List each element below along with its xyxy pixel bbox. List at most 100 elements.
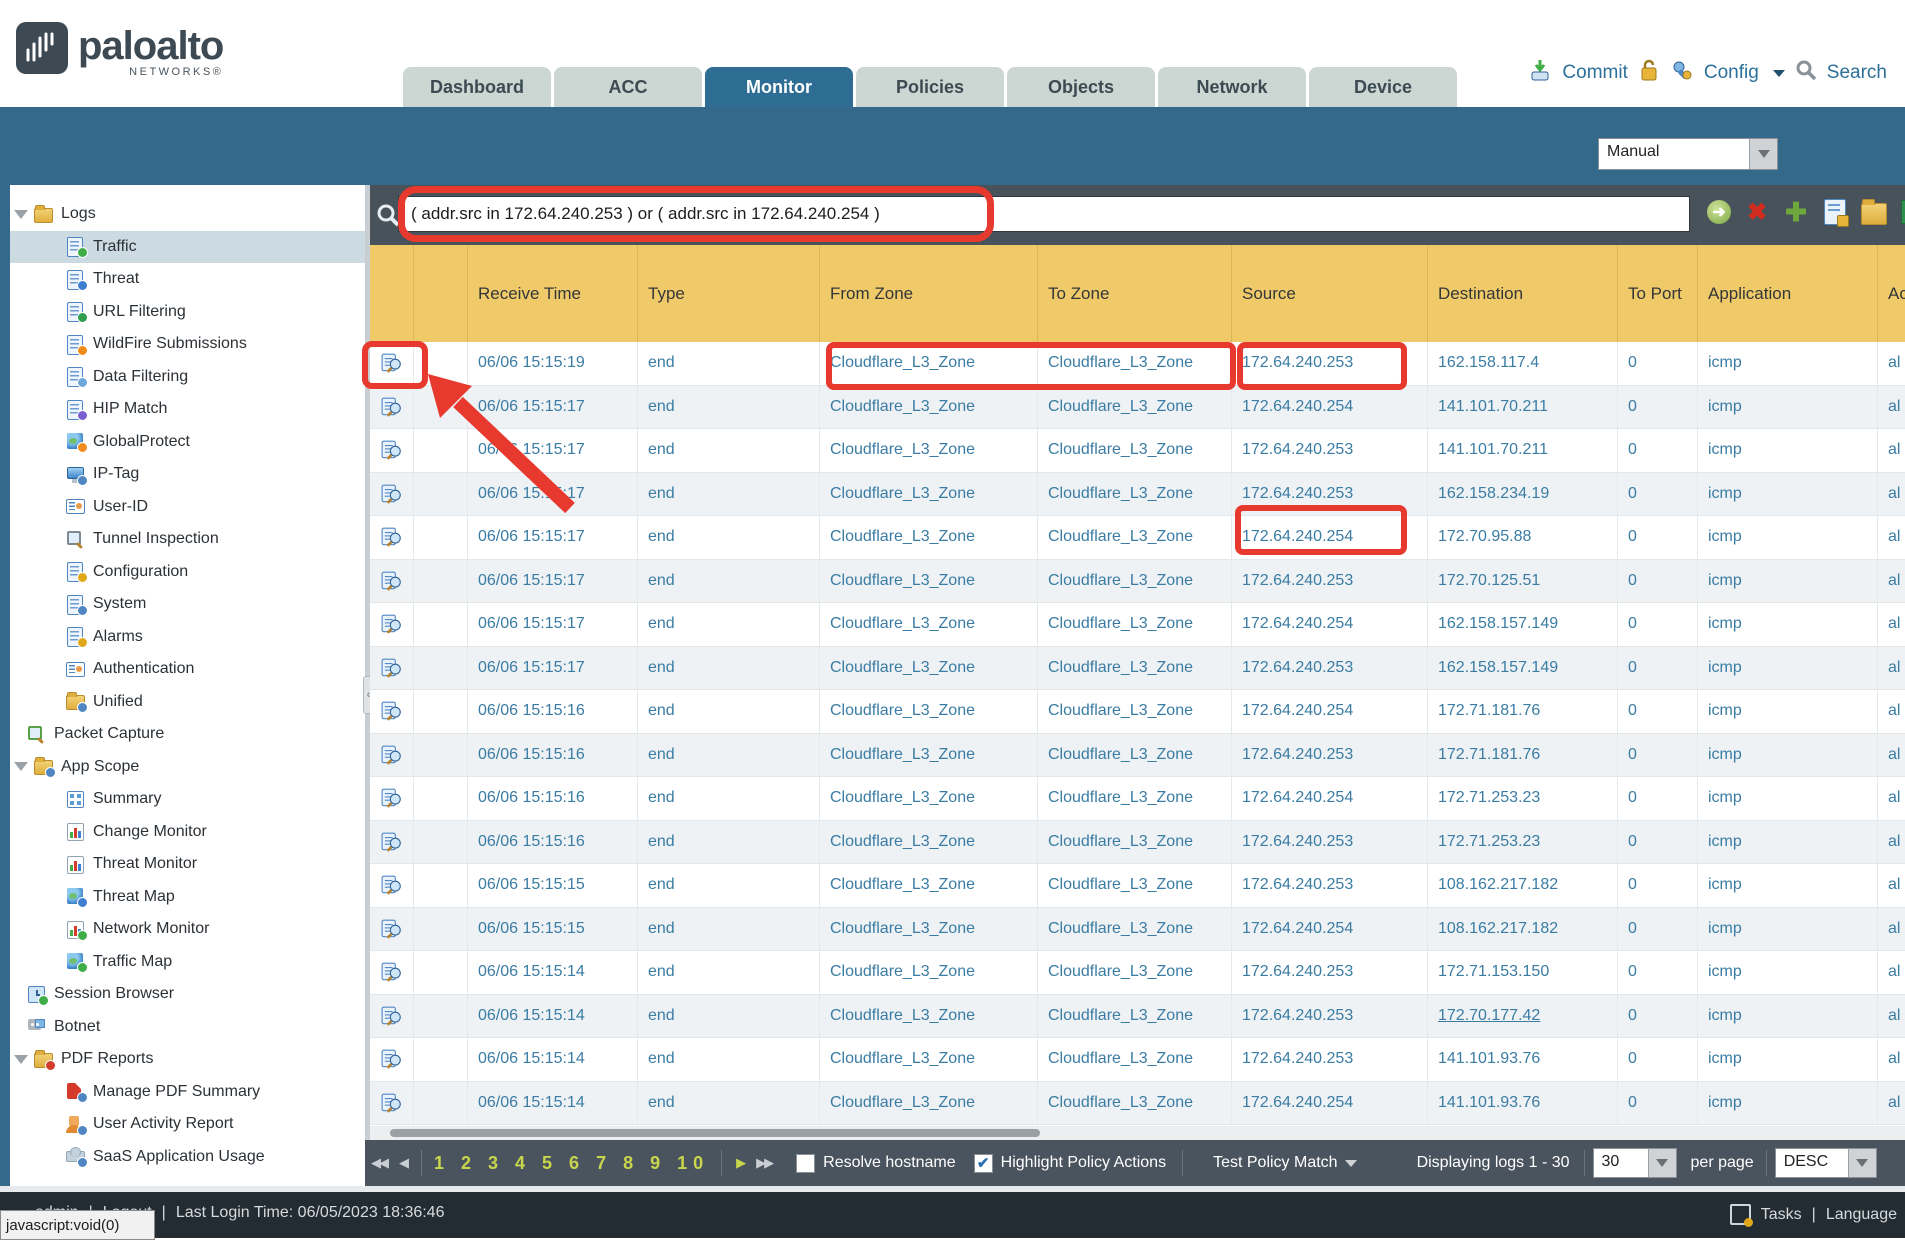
log-detail-icon[interactable] — [370, 516, 414, 559]
sidebar-item-summary[interactable]: Summary — [0, 783, 365, 816]
cell-to-zone[interactable]: Cloudflare_L3_Zone — [1038, 995, 1232, 1038]
next-page-icon[interactable]: ▶ — [730, 1155, 750, 1171]
log-detail-icon[interactable] — [370, 560, 414, 603]
log-detail-icon[interactable] — [370, 734, 414, 777]
cell-type[interactable]: end — [638, 777, 820, 820]
add-filter-icon[interactable]: ✚ — [1783, 199, 1809, 225]
cell-from-zone[interactable]: Cloudflare_L3_Zone — [820, 995, 1038, 1038]
cell-application[interactable]: icmp — [1698, 995, 1878, 1038]
cell-source[interactable]: 172.64.240.253 — [1232, 995, 1428, 1038]
cell-to-port[interactable]: 0 — [1618, 1082, 1698, 1125]
cell-from-zone[interactable]: Cloudflare_L3_Zone — [820, 821, 1038, 864]
cell-to-port[interactable]: 0 — [1618, 777, 1698, 820]
cell-receive-time[interactable]: 06/06 15:15:16 — [468, 690, 638, 733]
commit-button[interactable]: Commit — [1562, 62, 1627, 84]
cell-source[interactable]: 172.64.240.254 — [1232, 603, 1428, 646]
sidebar-item-hip-match[interactable]: HIP Match — [0, 393, 365, 426]
sidebar-item-app-scope[interactable]: App Scope — [0, 751, 365, 784]
cell-from-zone[interactable]: Cloudflare_L3_Zone — [820, 734, 1038, 777]
log-detail-icon[interactable] — [370, 386, 414, 429]
cell-destination[interactable]: 108.162.217.182 — [1428, 908, 1618, 951]
cell-from-zone[interactable]: Cloudflare_L3_Zone — [820, 951, 1038, 994]
expand-caret-icon[interactable] — [14, 762, 28, 771]
cell-destination[interactable]: 162.158.234.19 — [1428, 473, 1618, 516]
cell-action[interactable]: al — [1878, 777, 1905, 820]
cell-source[interactable]: 172.64.240.253 — [1232, 1038, 1428, 1081]
sidebar-item-user-id[interactable]: User-ID — [0, 491, 365, 524]
clear-filter-icon[interactable]: ✖ — [1744, 199, 1770, 225]
cell-application[interactable]: icmp — [1698, 777, 1878, 820]
cell-from-zone[interactable]: Cloudflare_L3_Zone — [820, 647, 1038, 690]
search-button[interactable]: Search — [1827, 62, 1887, 84]
cell-application[interactable]: icmp — [1698, 516, 1878, 559]
sidebar-item-session-browser[interactable]: Session Browser — [0, 978, 365, 1011]
cell-to-zone[interactable]: Cloudflare_L3_Zone — [1038, 1082, 1232, 1125]
sidebar-item-tunnel-inspection[interactable]: Tunnel Inspection — [0, 523, 365, 556]
cell-from-zone[interactable]: Cloudflare_L3_Zone — [820, 777, 1038, 820]
cell-to-zone[interactable]: Cloudflare_L3_Zone — [1038, 473, 1232, 516]
cell-application[interactable]: icmp — [1698, 864, 1878, 907]
log-detail-icon[interactable] — [370, 603, 414, 646]
cell-receive-time[interactable]: 06/06 15:15:17 — [468, 603, 638, 646]
cell-receive-time[interactable]: 06/06 15:15:15 — [468, 864, 638, 907]
sidebar-item-user-activity-report[interactable]: User Activity Report — [0, 1108, 365, 1141]
config-caret-icon[interactable] — [1773, 70, 1785, 77]
cell-from-zone[interactable]: Cloudflare_L3_Zone — [820, 473, 1038, 516]
cell-application[interactable]: icmp — [1698, 1082, 1878, 1125]
cell-application[interactable]: icmp — [1698, 908, 1878, 951]
tab-monitor[interactable]: Monitor — [705, 67, 853, 107]
sidebar-item-logs[interactable]: Logs — [0, 198, 365, 231]
resolve-hostname-checkbox[interactable] — [796, 1154, 815, 1173]
cell-type[interactable]: end — [638, 386, 820, 429]
cell-to-port[interactable]: 0 — [1618, 473, 1698, 516]
sidebar-item-traffic-map[interactable]: Traffic Map — [0, 946, 365, 979]
cell-application[interactable]: icmp — [1698, 560, 1878, 603]
cell-type[interactable]: end — [638, 821, 820, 864]
cell-type[interactable]: end — [638, 864, 820, 907]
cell-source[interactable]: 172.64.240.253 — [1232, 473, 1428, 516]
sidebar-item-alarms[interactable]: Alarms — [0, 621, 365, 654]
cell-type[interactable]: end — [638, 603, 820, 646]
cell-action[interactable]: al — [1878, 473, 1905, 516]
sort-order-caret-icon[interactable] — [1848, 1149, 1876, 1177]
cell-to-zone[interactable]: Cloudflare_L3_Zone — [1038, 951, 1232, 994]
log-detail-icon[interactable] — [370, 821, 414, 864]
cell-receive-time[interactable]: 06/06 15:15:14 — [468, 951, 638, 994]
cell-to-zone[interactable]: Cloudflare_L3_Zone — [1038, 908, 1232, 951]
cell-receive-time[interactable]: 06/06 15:15:15 — [468, 908, 638, 951]
per-page-select[interactable]: 30 — [1593, 1148, 1677, 1178]
cell-destination[interactable]: 172.71.181.76 — [1428, 690, 1618, 733]
cell-type[interactable]: end — [638, 647, 820, 690]
sidebar-item-change-monitor[interactable]: Change Monitor — [0, 816, 365, 849]
cell-receive-time[interactable]: 06/06 15:15:17 — [468, 386, 638, 429]
cell-to-zone[interactable]: Cloudflare_L3_Zone — [1038, 777, 1232, 820]
column-header-from-zone[interactable]: From Zone — [820, 245, 1038, 342]
cell-to-port[interactable]: 0 — [1618, 995, 1698, 1038]
cell-type[interactable]: end — [638, 734, 820, 777]
tasks-button[interactable]: Tasks — [1761, 1206, 1802, 1224]
expand-caret-icon[interactable] — [14, 210, 28, 219]
tab-policies[interactable]: Policies — [856, 67, 1004, 107]
cell-destination[interactable]: 162.158.157.149 — [1428, 647, 1618, 690]
sidebar-item-globalprotect[interactable]: GlobalProtect — [0, 426, 365, 459]
cell-application[interactable]: icmp — [1698, 386, 1878, 429]
cell-application[interactable]: icmp — [1698, 734, 1878, 777]
cell-source[interactable]: 172.64.240.253 — [1232, 342, 1428, 385]
prev-page-icon[interactable]: ◀ — [393, 1155, 413, 1171]
cell-application[interactable]: icmp — [1698, 603, 1878, 646]
column-header-receive-time[interactable]: Receive Time — [468, 245, 638, 342]
cell-source[interactable]: 172.64.240.253 — [1232, 864, 1428, 907]
log-detail-icon[interactable] — [370, 951, 414, 994]
log-detail-icon[interactable] — [370, 342, 414, 385]
cell-destination[interactable]: 141.101.93.76 — [1428, 1038, 1618, 1081]
export-csv-icon[interactable] — [1901, 200, 1905, 224]
cell-destination[interactable]: 162.158.157.149 — [1428, 603, 1618, 646]
cell-destination[interactable]: 172.70.177.42 — [1428, 995, 1618, 1038]
sidebar-item-wildfire-submissions[interactable]: WildFire Submissions — [0, 328, 365, 361]
cell-receive-time[interactable]: 06/06 15:15:17 — [468, 473, 638, 516]
cell-to-zone[interactable]: Cloudflare_L3_Zone — [1038, 429, 1232, 472]
cell-receive-time[interactable]: 06/06 15:15:17 — [468, 516, 638, 559]
log-detail-icon[interactable] — [370, 429, 414, 472]
cell-destination[interactable]: 172.71.181.76 — [1428, 734, 1618, 777]
cell-receive-time[interactable]: 06/06 15:15:17 — [468, 647, 638, 690]
